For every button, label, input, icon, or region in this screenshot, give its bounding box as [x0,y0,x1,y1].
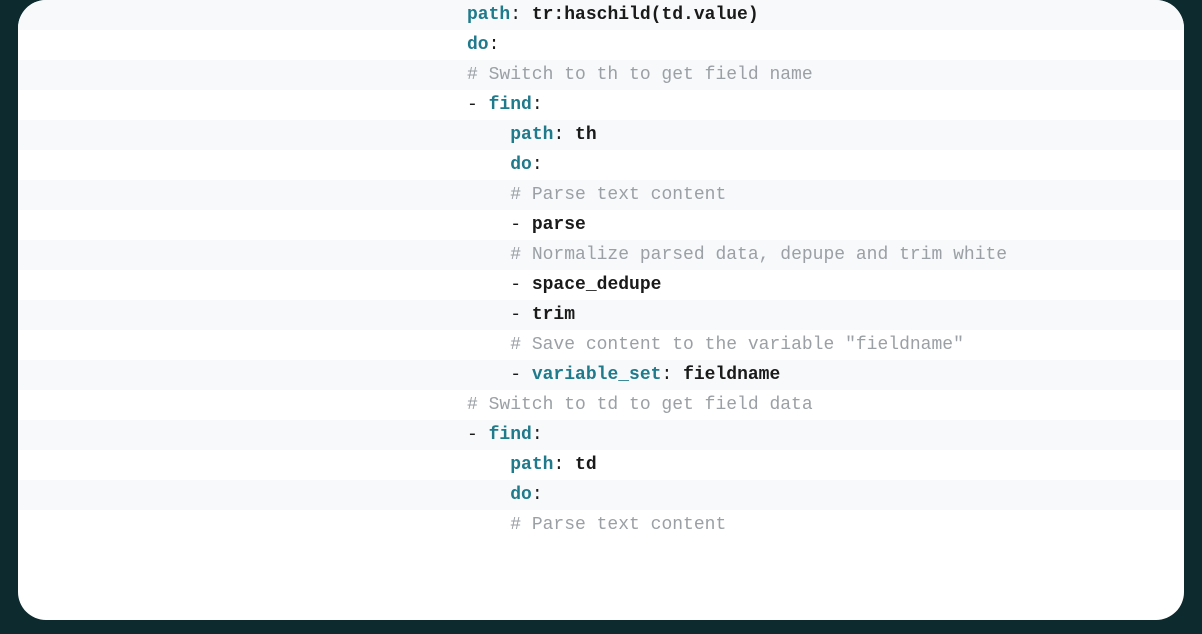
yaml-key: find [489,425,532,445]
yaml-dash: - [467,425,489,445]
yaml-key: find [489,95,532,115]
code-line: # Parse text content [18,510,1184,540]
code-line: - parse [18,210,1184,240]
yaml-key: path [467,5,510,25]
yaml-key: variable_set [532,365,662,385]
code-line: do: [18,480,1184,510]
yaml-key: do [510,485,532,505]
code-line: - space_dedupe [18,270,1184,300]
colon: : [532,155,543,175]
yaml-key: path [510,455,553,475]
code-line: path: th [18,120,1184,150]
colon: : [489,35,500,55]
yaml-dash: - [510,305,532,325]
yaml-comment: # Parse text content [510,185,726,205]
yaml-key: do [510,155,532,175]
code-card: path: tr:haschild(td.value)do:# Switch t… [18,0,1184,620]
code-line: path: td [18,450,1184,480]
code-line: # Save content to the variable "fieldnam… [18,330,1184,360]
yaml-dash: - [510,215,532,235]
yaml-value: parse [532,215,586,235]
yaml-value: tr:haschild(td.value) [532,5,759,25]
yaml-value: th [575,125,597,145]
code-line: - trim [18,300,1184,330]
yaml-dash: - [467,95,489,115]
yaml-value: td [575,455,597,475]
code-line: # Switch to td to get field data [18,390,1184,420]
code-line: do: [18,30,1184,60]
code-block: path: tr:haschild(td.value)do:# Switch t… [18,0,1184,540]
colon: : [510,5,532,25]
code-line: # Parse text content [18,180,1184,210]
code-line: # Normalize parsed data, depupe and trim… [18,240,1184,270]
yaml-key: path [510,125,553,145]
yaml-value: trim [532,305,575,325]
colon: : [553,455,575,475]
colon: : [661,365,683,385]
yaml-comment: # Switch to td to get field data [467,395,813,415]
yaml-dash: - [510,365,532,385]
code-line: - find: [18,90,1184,120]
code-line: path: tr:haschild(td.value) [18,0,1184,30]
yaml-value: fieldname [683,365,780,385]
yaml-comment: # Parse text content [510,515,726,535]
code-line: - variable_set: fieldname [18,360,1184,390]
colon: : [532,425,543,445]
colon: : [553,125,575,145]
yaml-comment: # Switch to th to get field name [467,65,813,85]
code-line: # Switch to th to get field name [18,60,1184,90]
colon: : [532,95,543,115]
yaml-comment: # Save content to the variable "fieldnam… [510,335,964,355]
code-line: - find: [18,420,1184,450]
colon: : [532,485,543,505]
yaml-key: do [467,35,489,55]
yaml-dash: - [510,275,532,295]
yaml-comment: # Normalize parsed data, depupe and trim… [510,245,1007,265]
yaml-value: space_dedupe [532,275,662,295]
code-line: do: [18,150,1184,180]
